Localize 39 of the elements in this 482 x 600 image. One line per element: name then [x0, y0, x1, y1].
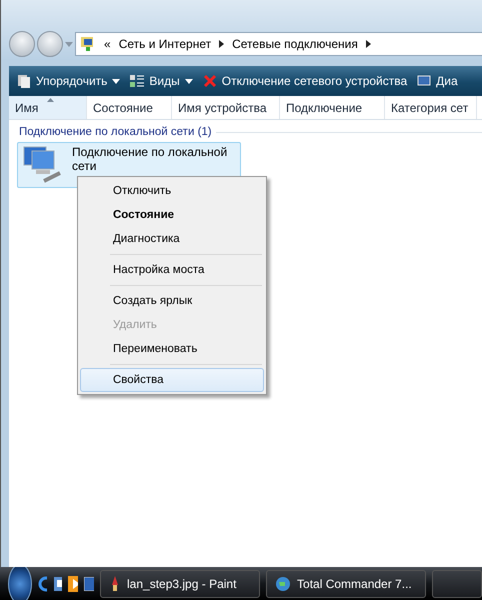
monitor-icon: [417, 75, 432, 87]
chevron-right-icon[interactable]: [219, 40, 224, 48]
overflow-chevron[interactable]: «: [104, 37, 111, 51]
toolbar-button[interactable]: Упорядочить: [17, 74, 120, 88]
taskbar-button[interactable]: Total Commander 7...: [266, 570, 426, 598]
cross-icon: [202, 74, 217, 88]
browser-icon[interactable]: [38, 576, 48, 592]
caret-icon: [112, 78, 120, 84]
caret-icon: [184, 78, 193, 84]
breadcrumb[interactable]: Сетевые подключения: [232, 37, 358, 51]
network-adapter-icon: [22, 145, 64, 185]
menu-item[interactable]: Создать ярлык: [80, 289, 264, 313]
sort-up-icon: [47, 98, 54, 102]
chevron-right-icon[interactable]: [366, 40, 371, 48]
back-button[interactable]: [9, 31, 35, 57]
menu-item[interactable]: Диагностика: [80, 227, 264, 251]
globe-icon: [275, 576, 292, 592]
toolbar-button[interactable]: Виды: [130, 74, 193, 88]
forward-button[interactable]: [37, 31, 63, 57]
group-title: Подключение по локальной сети (1): [19, 126, 212, 138]
menu-item[interactable]: Переименовать: [80, 337, 264, 361]
play-icon[interactable]: [68, 576, 78, 592]
menu-item[interactable]: Настройка моста: [80, 258, 264, 282]
toolbar-button[interactable]: Диа: [417, 74, 458, 88]
network-icon: [80, 36, 96, 52]
start-button[interactable]: [8, 567, 32, 600]
column-header[interactable]: Имя: [9, 96, 87, 119]
toolbar-button[interactable]: Отключение сетевого устройства: [202, 74, 408, 88]
menu-item[interactable]: Состояние: [80, 203, 264, 227]
breadcrumb[interactable]: Сеть и Интернет: [118, 37, 212, 51]
views-icon: [130, 74, 144, 88]
windows-icon[interactable]: [53, 576, 62, 592]
caret-icon: [65, 42, 73, 46]
documents-icon: [17, 74, 31, 88]
menu-item[interactable]: Свойства: [80, 368, 264, 392]
desktop-icon[interactable]: [84, 576, 94, 590]
connection-name: Подключение по локальной сети: [72, 145, 228, 175]
taskbar-button[interactable]: lan_step3.jpg - Paint: [100, 570, 260, 598]
address-bar[interactable]: « Сеть и Интернет Сетевые подключения: [75, 32, 482, 56]
